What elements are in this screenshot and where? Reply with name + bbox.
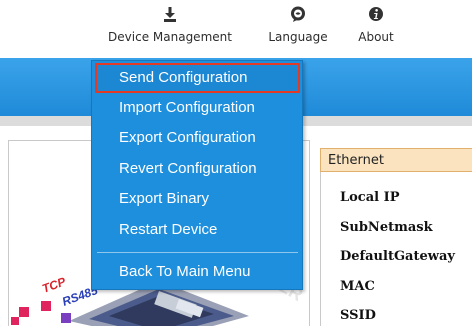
menu-item-restart-device[interactable]: Restart Device: [92, 216, 302, 244]
menu-item-send-configuration[interactable]: Send Configuration: [95, 63, 300, 93]
top-toolbar: Device Management Language About: [0, 0, 472, 58]
default-gateway-label: DefaultGateway: [340, 249, 455, 264]
subnet-mask-label: SubNetmask: [340, 220, 433, 235]
device-management-button[interactable]: Device Management: [100, 6, 240, 44]
info-icon: [368, 6, 384, 22]
download-icon: [162, 6, 178, 22]
about-label: About: [358, 30, 394, 44]
speech-bubble-icon: [290, 6, 306, 22]
ethernet-tab[interactable]: Ethernet: [320, 148, 472, 172]
menu-item-revert-configuration[interactable]: Revert Configuration: [92, 155, 302, 183]
about-button[interactable]: About: [354, 6, 398, 44]
tcp-label: TCP: [40, 274, 68, 296]
connector-cubes: [11, 301, 71, 325]
language-button[interactable]: Language: [258, 6, 338, 44]
local-ip-label: Local IP: [340, 190, 400, 205]
device-management-label: Device Management: [108, 30, 232, 44]
ethernet-panel: Local IP SubNetmask DefaultGateway MAC S…: [320, 172, 472, 326]
device-management-menu: Send Configuration Import Configuration …: [91, 60, 303, 290]
mac-label: MAC: [340, 279, 375, 294]
menu-separator: [97, 252, 298, 253]
menu-item-export-binary[interactable]: Export Binary: [92, 185, 302, 213]
menu-item-back-to-main-menu[interactable]: Back To Main Menu: [92, 258, 302, 286]
language-label: Language: [268, 30, 328, 44]
menu-item-import-configuration[interactable]: Import Configuration: [92, 94, 302, 122]
menu-item-export-configuration[interactable]: Export Configuration: [92, 124, 302, 152]
ssid-label: SSID: [340, 308, 376, 323]
